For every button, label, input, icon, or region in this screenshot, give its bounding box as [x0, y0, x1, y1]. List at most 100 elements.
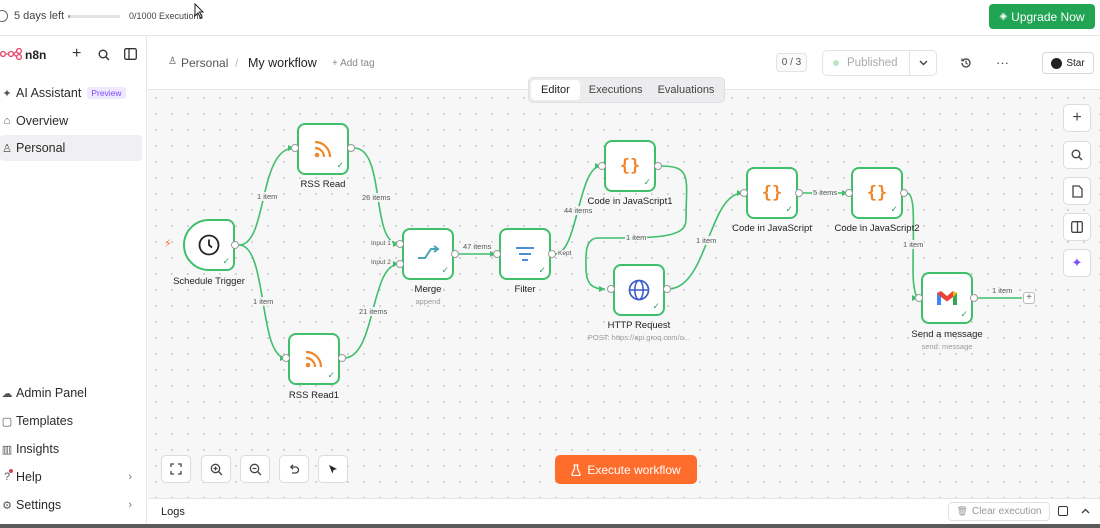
sidebar-item-help[interactable]: ? Help ›: [0, 464, 142, 490]
execute-workflow-button[interactable]: Execute workflow: [555, 455, 697, 484]
braces-icon: {}: [761, 183, 783, 203]
sparkle-icon: ✦: [1071, 255, 1083, 270]
node-subtitle: append: [415, 297, 441, 306]
input-port[interactable]: [740, 189, 748, 197]
github-star-button[interactable]: Star: [1042, 52, 1094, 74]
logs-popout-icon[interactable]: [1058, 506, 1068, 516]
breadcrumb-project[interactable]: Personal: [181, 56, 228, 70]
node-code-javascript1[interactable]: {} ✓: [604, 140, 656, 192]
merge-icon: [418, 245, 440, 259]
panel-toggle-button[interactable]: [1063, 213, 1091, 241]
node-code-javascript[interactable]: {} ✓: [746, 167, 798, 219]
output-port[interactable]: [900, 189, 908, 197]
output-port[interactable]: [795, 189, 803, 197]
trash-icon: 🗑: [956, 506, 968, 516]
node-filter[interactable]: ✓: [499, 228, 551, 280]
published-status-button[interactable]: Published: [822, 50, 910, 76]
node-label: Merge: [414, 284, 442, 295]
node-rss-read[interactable]: ✓: [297, 123, 349, 175]
input-port[interactable]: [282, 354, 290, 362]
edge-label: 1 item: [252, 297, 275, 306]
edge-label: 1 item: [625, 233, 648, 242]
tidy-up-button[interactable]: [318, 455, 348, 483]
zoom-in-button[interactable]: [201, 455, 231, 483]
sidebar-item-label: Templates: [16, 414, 73, 428]
input-port[interactable]: [915, 294, 923, 302]
edge-label: 21 items: [358, 307, 389, 316]
rss-icon: [305, 350, 323, 368]
chevron-right-icon: ›: [128, 471, 132, 483]
input-port[interactable]: [291, 144, 299, 152]
ai-assistant-button[interactable]: ✦: [1063, 249, 1091, 277]
logs-label[interactable]: Logs: [161, 506, 185, 518]
output-port[interactable]: [451, 250, 459, 258]
input-label: Input 2: [370, 259, 392, 266]
lightning-icon: ⚡: [164, 238, 172, 250]
sidebar-item-ai-assistant[interactable]: ✦ AI Assistant Preview: [0, 80, 142, 106]
success-check-icon: ✓: [643, 177, 651, 187]
add-node-plus-button[interactable]: +: [1023, 292, 1035, 304]
cloud-icon: ☁: [1, 387, 13, 400]
node-send-message[interactable]: ✓: [921, 272, 973, 324]
output-port[interactable]: [663, 285, 671, 293]
output-port[interactable]: [970, 294, 978, 302]
chevron-up-icon[interactable]: [1081, 508, 1090, 514]
sidebar-item-label: Overview: [16, 114, 69, 128]
undo-icon: [289, 464, 300, 474]
executions-count: 0/1000 Executions: [129, 11, 204, 21]
sidebar-item-admin-panel[interactable]: ☁ Admin Panel: [0, 380, 142, 406]
upgrade-now-button[interactable]: ◈ Upgrade Now: [989, 4, 1095, 29]
node-subtitle: send: message: [921, 342, 973, 351]
output-port[interactable]: [338, 354, 346, 362]
input-port[interactable]: [598, 162, 606, 170]
sidebar-item-settings[interactable]: ⚙ Settings ›: [0, 492, 142, 518]
published-dropdown-button[interactable]: [909, 50, 937, 76]
input-port[interactable]: [396, 240, 404, 248]
sticky-note-icon: [1071, 184, 1083, 198]
node-http-request[interactable]: ✓: [613, 264, 665, 316]
history-icon[interactable]: [960, 57, 972, 69]
clear-execution-button[interactable]: 🗑 Clear execution: [948, 502, 1050, 521]
diamond-icon: ◈: [999, 11, 1008, 22]
sidebar-item-personal[interactable]: ♙ Personal: [0, 135, 142, 161]
sticky-note-button[interactable]: [1063, 177, 1091, 205]
clear-execution-label: Clear execution: [971, 506, 1042, 517]
sidebar-item-overview[interactable]: ⌂ Overview: [0, 108, 142, 134]
output-port[interactable]: [347, 144, 355, 152]
input-port[interactable]: [493, 250, 501, 258]
workflow-name[interactable]: My workflow: [248, 56, 317, 70]
fit-view-button[interactable]: [161, 455, 191, 483]
sidebar-item-insights[interactable]: ▥ Insights: [0, 436, 142, 462]
search-nodes-button[interactable]: [1063, 141, 1091, 169]
output-port[interactable]: [231, 241, 239, 249]
rss-icon: [314, 140, 332, 158]
undo-button[interactable]: [279, 455, 309, 483]
node-schedule-trigger[interactable]: ✓: [183, 219, 235, 271]
success-check-icon: ✓: [785, 204, 793, 214]
sidebar-item-label: Admin Panel: [16, 386, 87, 400]
add-icon[interactable]: +: [72, 45, 81, 63]
workflow-canvas[interactable]: Editor Executions Evaluations 1 item 1 i…: [148, 77, 1100, 498]
add-node-button[interactable]: +: [1063, 104, 1091, 132]
success-check-icon: ✓: [222, 256, 230, 266]
node-code-javascript2[interactable]: {} ✓: [851, 167, 903, 219]
add-tag-button[interactable]: + Add tag: [332, 58, 375, 69]
more-options-button[interactable]: ···: [996, 55, 1009, 70]
node-merge[interactable]: ✓: [402, 228, 454, 280]
search-icon[interactable]: [98, 49, 110, 61]
output-port[interactable]: [548, 250, 556, 258]
zoom-out-button[interactable]: [240, 455, 270, 483]
sidebar-toggle-icon[interactable]: [124, 48, 137, 60]
sidebar-item-templates[interactable]: ▢ Templates: [0, 408, 142, 434]
input-port[interactable]: [607, 285, 615, 293]
success-check-icon: ✓: [652, 301, 660, 311]
input-port[interactable]: [845, 189, 853, 197]
output-port[interactable]: [654, 162, 662, 170]
logs-panel-bar[interactable]: Logs 🗑 Clear execution: [148, 498, 1100, 524]
node-rss-read1[interactable]: ✓: [288, 333, 340, 385]
node-label: Send a message: [911, 329, 983, 340]
input-port[interactable]: [396, 260, 404, 268]
n8n-logo-icon: [0, 48, 22, 60]
brand-name: n8n: [25, 48, 47, 62]
clock-icon: [198, 234, 220, 256]
